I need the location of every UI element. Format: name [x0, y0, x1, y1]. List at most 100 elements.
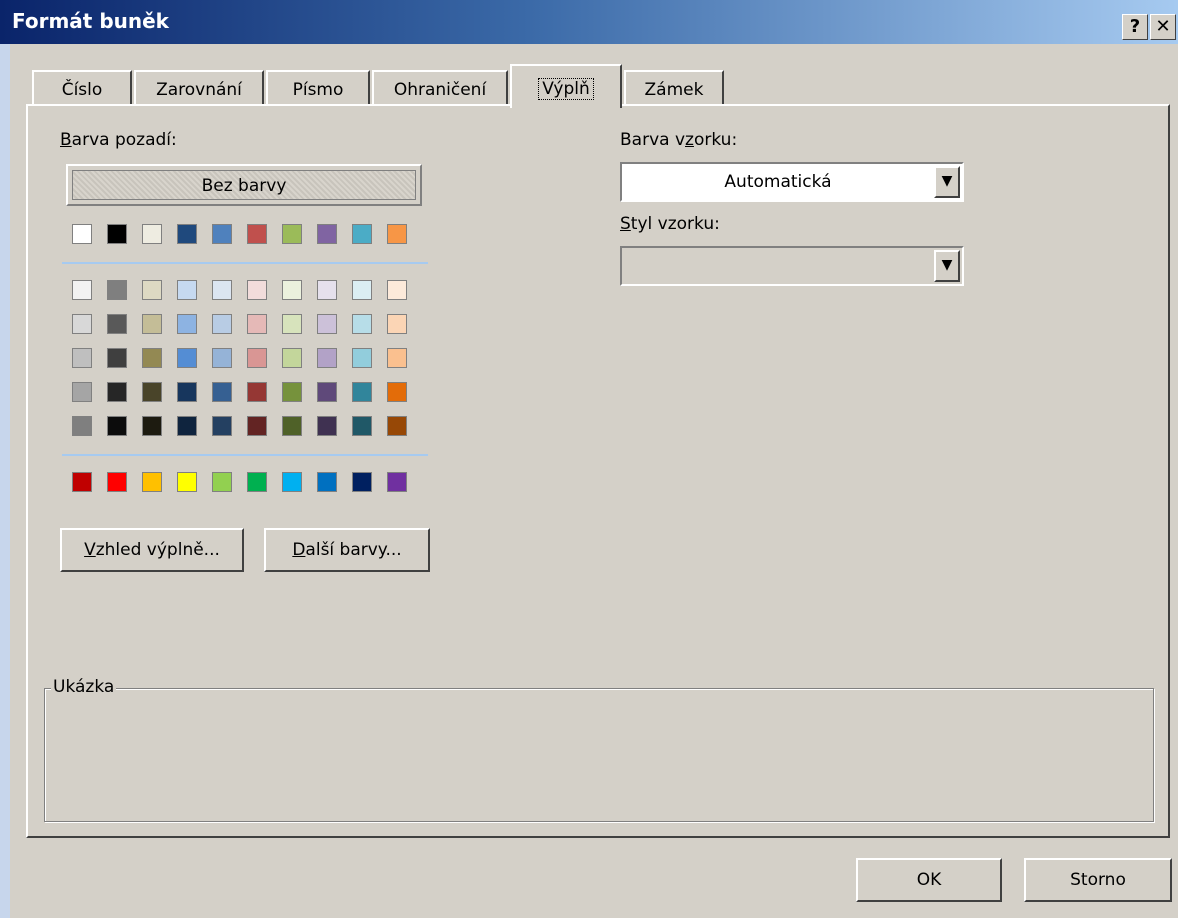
color-swatch-standard[interactable] — [212, 472, 232, 492]
sample-label: Ukázka — [51, 677, 117, 697]
tab-cislo[interactable]: Číslo — [32, 70, 132, 106]
color-swatch-standard[interactable] — [72, 472, 92, 492]
color-swatch-tint[interactable] — [317, 348, 337, 368]
fill-effects-button[interactable]: Vzhled výplně... — [60, 528, 244, 572]
color-swatch-tint[interactable] — [317, 314, 337, 334]
color-swatch-standard[interactable] — [247, 472, 267, 492]
color-swatch-standard[interactable] — [317, 472, 337, 492]
color-swatch-tint[interactable] — [72, 314, 92, 334]
pattern-color-dropdown[interactable]: Automatická ▼ — [620, 162, 964, 202]
color-swatch-standard[interactable] — [352, 472, 372, 492]
cancel-button[interactable]: Storno — [1024, 858, 1172, 902]
color-swatch-tint[interactable] — [177, 280, 197, 300]
color-swatch-tint[interactable] — [107, 280, 127, 300]
color-swatch-tint[interactable] — [212, 382, 232, 402]
color-swatch-tint[interactable] — [72, 382, 92, 402]
color-swatch-tint[interactable] — [107, 348, 127, 368]
color-swatch-tint[interactable] — [387, 314, 407, 334]
tab-label: Číslo — [61, 80, 103, 100]
color-swatch-standard[interactable] — [142, 472, 162, 492]
color-swatch-tint[interactable] — [282, 348, 302, 368]
color-swatch-tint[interactable] — [142, 314, 162, 334]
pattern-style-value — [624, 248, 932, 284]
color-swatch-tint[interactable] — [352, 314, 372, 334]
no-color-button[interactable]: Bez barvy — [66, 164, 422, 206]
pattern-color-label: Barva vzorku: — [620, 130, 738, 150]
palette-separator — [62, 262, 428, 264]
color-swatch-tint[interactable] — [352, 382, 372, 402]
color-swatch-tint[interactable] — [212, 280, 232, 300]
color-swatch-tint[interactable] — [387, 382, 407, 402]
pattern-style-dropdown[interactable]: ▼ — [620, 246, 964, 286]
tab-zamek[interactable]: Zámek — [624, 70, 724, 106]
color-swatch-tint[interactable] — [282, 314, 302, 334]
color-swatch-tint[interactable] — [142, 348, 162, 368]
more-colors-button[interactable]: Další barvy... — [264, 528, 430, 572]
window-edge — [0, 44, 10, 918]
color-swatch-standard[interactable] — [282, 472, 302, 492]
color-swatch-tint[interactable] — [282, 280, 302, 300]
color-swatch-tint[interactable] — [107, 382, 127, 402]
color-swatch-tint[interactable] — [247, 416, 267, 436]
color-swatch-tint[interactable] — [212, 416, 232, 436]
chevron-down-icon[interactable]: ▼ — [934, 250, 960, 282]
color-swatch-tint[interactable] — [282, 382, 302, 402]
color-swatch-tint[interactable] — [72, 280, 92, 300]
color-swatch-theme[interactable] — [317, 224, 337, 244]
color-swatch-standard[interactable] — [107, 472, 127, 492]
color-swatch-tint[interactable] — [352, 416, 372, 436]
color-swatch-theme[interactable] — [387, 224, 407, 244]
color-swatch-tint[interactable] — [387, 416, 407, 436]
tab-ohraniceni[interactable]: Ohraničení — [372, 70, 508, 106]
color-swatch-tint[interactable] — [352, 280, 372, 300]
tab-label: Výplň — [538, 78, 594, 100]
color-swatch-tint[interactable] — [177, 314, 197, 334]
color-swatch-tint[interactable] — [317, 280, 337, 300]
color-swatch-tint[interactable] — [317, 416, 337, 436]
color-swatch-tint[interactable] — [387, 348, 407, 368]
color-swatch-tint[interactable] — [387, 280, 407, 300]
color-swatch-tint[interactable] — [107, 314, 127, 334]
color-swatch-tint[interactable] — [107, 416, 127, 436]
title-bar[interactable]: Formát buněk ? ✕ — [0, 0, 1178, 44]
color-swatch-theme[interactable] — [352, 224, 372, 244]
color-swatch-theme[interactable] — [107, 224, 127, 244]
help-button[interactable]: ? — [1122, 14, 1148, 40]
color-swatch-tint[interactable] — [177, 382, 197, 402]
color-swatch-tint[interactable] — [282, 416, 302, 436]
window-title: Formát buněk — [12, 9, 169, 33]
ok-button[interactable]: OK — [856, 858, 1002, 902]
color-swatch-tint[interactable] — [177, 348, 197, 368]
color-swatch-standard[interactable] — [387, 472, 407, 492]
color-swatch-theme[interactable] — [72, 224, 92, 244]
color-swatch-theme[interactable] — [282, 224, 302, 244]
color-swatch-tint[interactable] — [212, 348, 232, 368]
sample-group: Ukázka — [44, 677, 1154, 822]
tab-label: Zarovnání — [156, 80, 242, 100]
color-swatch-tint[interactable] — [352, 348, 372, 368]
color-swatch-tint[interactable] — [72, 416, 92, 436]
color-swatch-tint[interactable] — [317, 382, 337, 402]
color-swatch-tint[interactable] — [247, 280, 267, 300]
tab-vypln[interactable]: Výplň — [510, 64, 622, 108]
color-swatch-theme[interactable] — [142, 224, 162, 244]
close-icon[interactable]: ✕ — [1150, 14, 1176, 40]
color-swatch-theme[interactable] — [247, 224, 267, 244]
color-swatch-tint[interactable] — [247, 348, 267, 368]
color-swatch-tint[interactable] — [142, 280, 162, 300]
color-swatch-theme[interactable] — [177, 224, 197, 244]
color-swatch-tint[interactable] — [212, 314, 232, 334]
color-swatch-tint[interactable] — [142, 416, 162, 436]
color-swatch-tint[interactable] — [247, 382, 267, 402]
tab-zarovnani[interactable]: Zarovnání — [134, 70, 264, 106]
tab-pismo[interactable]: Písmo — [266, 70, 370, 106]
color-swatch-tint[interactable] — [142, 382, 162, 402]
color-swatch-standard[interactable] — [177, 472, 197, 492]
tab-label: Písmo — [292, 80, 344, 100]
color-swatch-theme[interactable] — [212, 224, 232, 244]
tab-label: Zámek — [644, 80, 704, 100]
chevron-down-icon[interactable]: ▼ — [934, 166, 960, 198]
color-swatch-tint[interactable] — [177, 416, 197, 436]
color-swatch-tint[interactable] — [72, 348, 92, 368]
color-swatch-tint[interactable] — [247, 314, 267, 334]
